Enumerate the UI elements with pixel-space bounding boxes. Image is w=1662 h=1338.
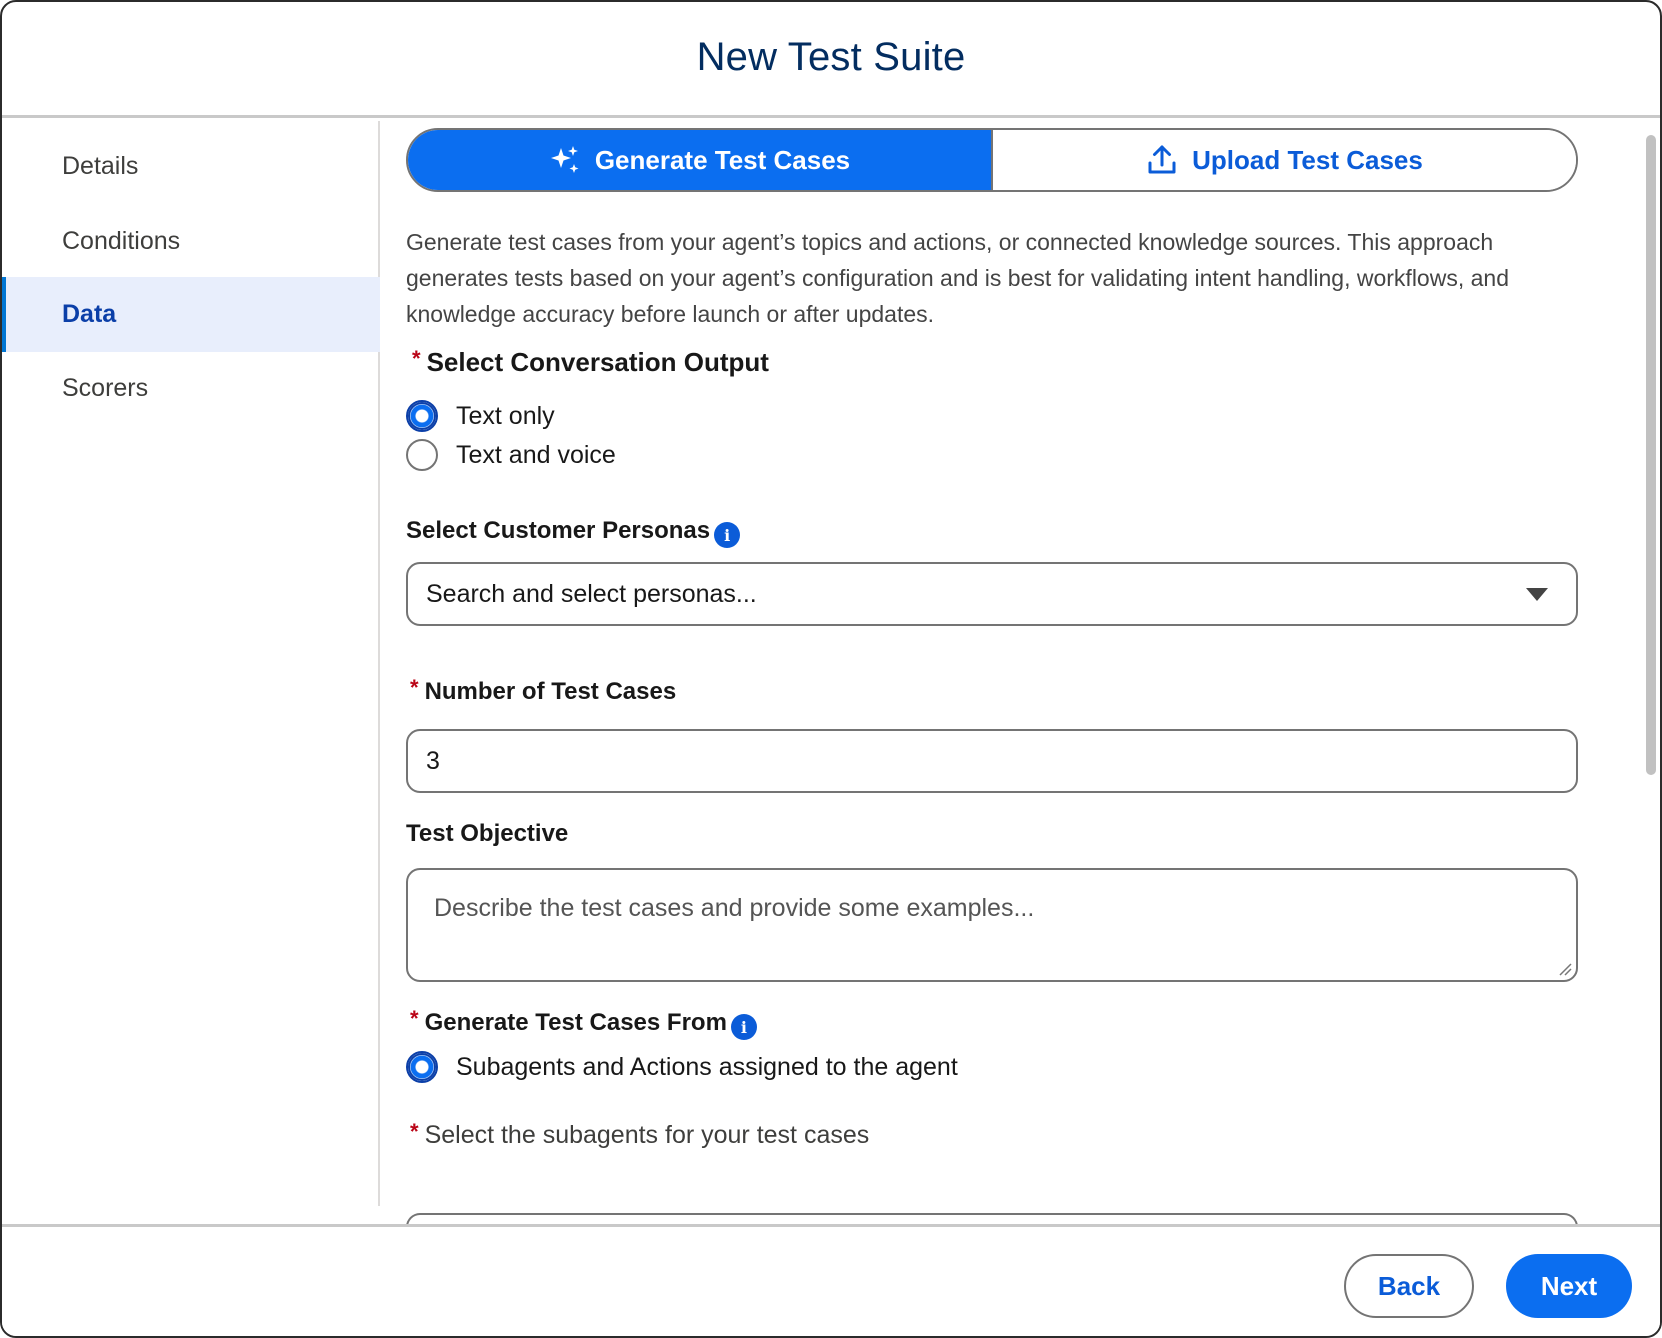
chevron-down-icon	[1526, 587, 1548, 601]
select-subagents-label-text: Select the subagents for your test cases	[424, 1121, 870, 1149]
radio-unchecked-indicator[interactable]	[406, 439, 438, 471]
generate-description: Generate test cases from your agent’s to…	[406, 229, 1509, 327]
info-icon[interactable]: i	[714, 522, 741, 548]
required-indicator: *	[412, 345, 421, 371]
data-step-content: Generate Test Cases Upload Test Cases Ge…	[382, 121, 1642, 1226]
next-button[interactable]: Next	[1506, 1254, 1632, 1318]
modal-header: New Test Suite	[2, 2, 1660, 118]
number-of-test-cases-input[interactable]: 3	[406, 729, 1578, 793]
upload-icon	[1146, 144, 1178, 176]
conversation-output-label-text: Select Conversation Output	[426, 347, 769, 377]
wizard-sidebar: Details Conditions Data Scorers	[2, 121, 380, 1206]
generate-test-cases-label: Generate Test Cases	[594, 144, 851, 175]
upload-test-cases-tab[interactable]: Upload Test Cases	[993, 130, 1576, 190]
test-objective-textarea[interactable]: Describe the test cases and provide some…	[406, 868, 1578, 982]
modal-title: New Test Suite	[696, 35, 966, 79]
radio-subagents-and-actions[interactable]: Subagents and Actions assigned to the ag…	[406, 1051, 958, 1083]
source-segmented-control: Generate Test Cases Upload Test Cases	[406, 128, 1578, 192]
required-indicator: *	[410, 1006, 419, 1031]
test-objective-label: Test Objective	[406, 820, 568, 848]
radio-text-only[interactable]: Text only	[406, 400, 555, 432]
required-indicator: *	[410, 1118, 419, 1144]
upload-test-cases-label: Upload Test Cases	[1192, 144, 1423, 175]
generate-from-label-text: Generate Test Cases From	[424, 1009, 727, 1036]
radio-checked-indicator[interactable]	[406, 400, 438, 432]
required-indicator: *	[410, 675, 419, 700]
personas-combobox[interactable]: Search and select personas...	[406, 562, 1578, 626]
content-scrollbar[interactable]	[1642, 121, 1660, 1226]
conversation-output-label: * Select Conversation Output	[412, 345, 769, 378]
test-objective-label-text: Test Objective	[406, 820, 569, 847]
personas-placeholder: Search and select personas...	[426, 579, 757, 608]
customer-personas-label-text: Select Customer Personas	[406, 517, 711, 544]
radio-text-and-voice[interactable]: Text and voice	[406, 439, 616, 471]
modal-footer: Back Next	[2, 1224, 1660, 1336]
sparkle-icon	[549, 144, 581, 176]
radio-text-and-voice-label: Text and voice	[456, 440, 616, 469]
sidebar-item-data[interactable]: Data	[2, 277, 380, 352]
back-button[interactable]: Back	[1344, 1254, 1474, 1318]
select-subagents-label: * Select the subagents for your test cas…	[410, 1118, 870, 1150]
customer-personas-label: Select Customer Personas i	[406, 514, 741, 548]
generate-test-cases-tab[interactable]: Generate Test Cases	[408, 130, 993, 190]
radio-checked-indicator[interactable]	[406, 1051, 438, 1083]
info-icon[interactable]: i	[730, 1014, 757, 1040]
sidebar-item-conditions[interactable]: Conditions	[2, 204, 380, 279]
radio-subagents-and-actions-label: Subagents and Actions assigned to the ag…	[456, 1052, 958, 1081]
test-objective-placeholder: Describe the test cases and provide some…	[434, 894, 1035, 922]
radio-text-only-label: Text only	[456, 401, 555, 430]
generate-from-label: * Generate Test Cases From i	[410, 1006, 757, 1040]
number-of-test-cases-label-text: Number of Test Cases	[424, 678, 677, 705]
new-test-suite-modal: New Test Suite Details Conditions Data S…	[0, 0, 1662, 1338]
number-of-test-cases-label: * Number of Test Cases	[410, 675, 677, 706]
number-of-test-cases-value: 3	[426, 746, 440, 775]
sidebar-item-details[interactable]: Details	[2, 129, 380, 204]
scrollbar-thumb[interactable]	[1646, 135, 1656, 775]
sidebar-item-scorers[interactable]: Scorers	[2, 351, 380, 426]
resize-handle-icon[interactable]	[1558, 962, 1572, 976]
